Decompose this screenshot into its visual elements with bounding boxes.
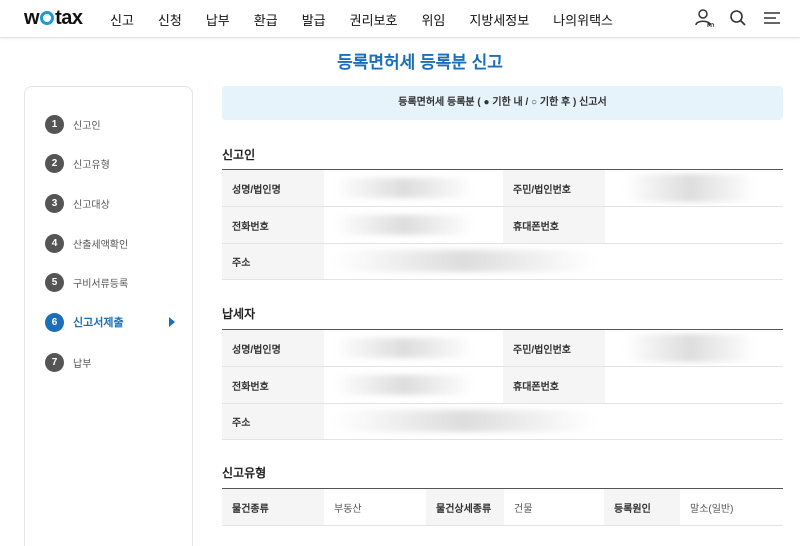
step-label: 신고서제출	[73, 317, 124, 329]
cause-value: 말소(일반)	[690, 503, 734, 515]
table-row: 주소	[222, 404, 783, 440]
top-header: w tax 신고 신청 납부 환급 발급 권리보호 위임 지방세정보 나의위택스 …	[0, 0, 800, 38]
step-5[interactable]: 5 구비서류등록	[45, 271, 128, 293]
phone-label: 전화번호	[222, 207, 324, 243]
step-number: 4	[45, 233, 64, 253]
name-value	[324, 170, 503, 206]
nav-item-refund[interactable]: 환급	[254, 10, 278, 29]
my-user-icon[interactable]: MY	[694, 8, 714, 28]
id-label: 주민/법인번호	[503, 330, 605, 366]
id-value	[605, 170, 783, 206]
step-7[interactable]: 7 납부	[45, 351, 91, 373]
form-banner: 등록면허세 등록분 ( ● 기한 내 / ○ 기한 후 ) 신고서	[222, 86, 783, 120]
step-number: 1	[45, 114, 64, 134]
table-row: 성명/법인명 주민/법인번호	[222, 170, 783, 207]
report-type-table: 물건종류 부동산 물건상세종류 건물 등록원인 말소(일반)	[222, 488, 783, 526]
address-label: 주소	[222, 244, 324, 279]
nav-item-local-tax-info[interactable]: 지방세정보	[469, 10, 529, 29]
menu-icon[interactable]	[762, 8, 782, 28]
item-detail-label: 물건상세종류	[426, 489, 504, 525]
address-value	[324, 404, 783, 439]
current-step-arrow-icon	[169, 317, 175, 327]
id-value	[605, 330, 783, 366]
item-kind-value: 부동산	[334, 503, 362, 515]
taxpayer-table: 성명/법인명 주민/법인번호 전화번호 휴대폰번호 주소	[222, 329, 783, 440]
step-2[interactable]: 2 신고유형	[45, 152, 110, 174]
page-title: 등록면허세 등록분 신고	[337, 53, 503, 72]
nav-item-apply[interactable]: 신청	[158, 10, 182, 29]
address-label: 주소	[222, 404, 324, 439]
redacted-block	[334, 410, 594, 432]
mobile-value	[605, 367, 783, 403]
main-nav: 신고 신청 납부 환급 발급 권리보호 위임 지방세정보 나의위택스	[110, 10, 637, 29]
name-label: 성명/법인명	[222, 170, 324, 206]
nav-item-report[interactable]: 신고	[110, 10, 134, 29]
redacted-block	[334, 375, 474, 395]
nav-item-rights[interactable]: 권리보호	[350, 10, 398, 29]
redacted-block	[625, 334, 755, 362]
step-sidebar: 1 신고인 2 신고유형 3 신고대상 4 산출세액확인 5 구비서류등록 6 신고서제출 …	[24, 86, 193, 546]
table-row: 주소	[222, 244, 783, 280]
step-label: 납부	[73, 358, 92, 370]
step-label: 신고대상	[73, 199, 110, 211]
step-6-current[interactable]: 6 신고서제출	[45, 311, 175, 333]
table-row: 성명/법인명 주민/법인번호	[222, 330, 783, 367]
search-icon[interactable]	[728, 8, 748, 28]
step-number: 2	[45, 153, 64, 173]
step-label: 구비서류등록	[73, 278, 129, 290]
redacted-block	[625, 174, 755, 202]
nav-item-pay[interactable]: 납부	[206, 10, 230, 29]
id-label: 주민/법인번호	[503, 170, 605, 206]
name-value	[324, 330, 503, 366]
logo-ring-icon	[40, 11, 55, 25]
phone-value	[324, 367, 503, 403]
svg-text:MY: MY	[707, 23, 714, 28]
nav-item-my-wetax[interactable]: 나의위택스	[553, 10, 613, 29]
step-1[interactable]: 1 신고인	[45, 113, 101, 135]
step-label: 신고인	[73, 120, 101, 132]
step-number: 3	[45, 193, 64, 213]
nav-item-issue[interactable]: 발급	[302, 10, 326, 29]
step-3[interactable]: 3 신고대상	[45, 192, 110, 214]
mobile-label: 휴대폰번호	[503, 207, 605, 243]
applicant-table: 성명/법인명 주민/법인번호 전화번호 휴대폰번호 주소	[222, 169, 783, 280]
phone-label: 전화번호	[222, 367, 324, 403]
step-number: 7	[45, 352, 64, 372]
table-row: 물건종류 부동산 물건상세종류 건물 등록원인 말소(일반)	[222, 489, 783, 526]
name-label: 성명/법인명	[222, 330, 324, 366]
step-label: 신고유형	[73, 159, 110, 171]
item-detail-value: 건물	[514, 503, 533, 515]
step-number: 6	[45, 312, 64, 332]
nav-item-delegate[interactable]: 위임	[421, 10, 445, 29]
report-type-section-title: 신고유형	[222, 466, 267, 480]
cause-label: 등록원인	[604, 489, 680, 525]
applicant-section-title: 신고인	[222, 148, 256, 162]
table-row: 전화번호 휴대폰번호	[222, 367, 783, 404]
table-row: 전화번호 휴대폰번호	[222, 207, 783, 244]
redacted-block	[334, 338, 474, 358]
taxpayer-section-title: 납세자	[222, 307, 256, 321]
phone-value	[324, 207, 503, 243]
address-value	[324, 244, 783, 279]
mobile-value	[605, 207, 783, 243]
redacted-block	[334, 215, 474, 235]
wetax-logo[interactable]: w tax	[24, 7, 83, 30]
redacted-block	[334, 250, 594, 272]
redacted-block	[334, 178, 474, 198]
step-number: 5	[45, 272, 64, 292]
step-label: 산출세액확인	[73, 239, 129, 251]
item-kind-label: 물건종류	[222, 489, 324, 525]
mobile-label: 휴대폰번호	[503, 367, 605, 403]
step-4[interactable]: 4 산출세액확인	[45, 232, 128, 254]
